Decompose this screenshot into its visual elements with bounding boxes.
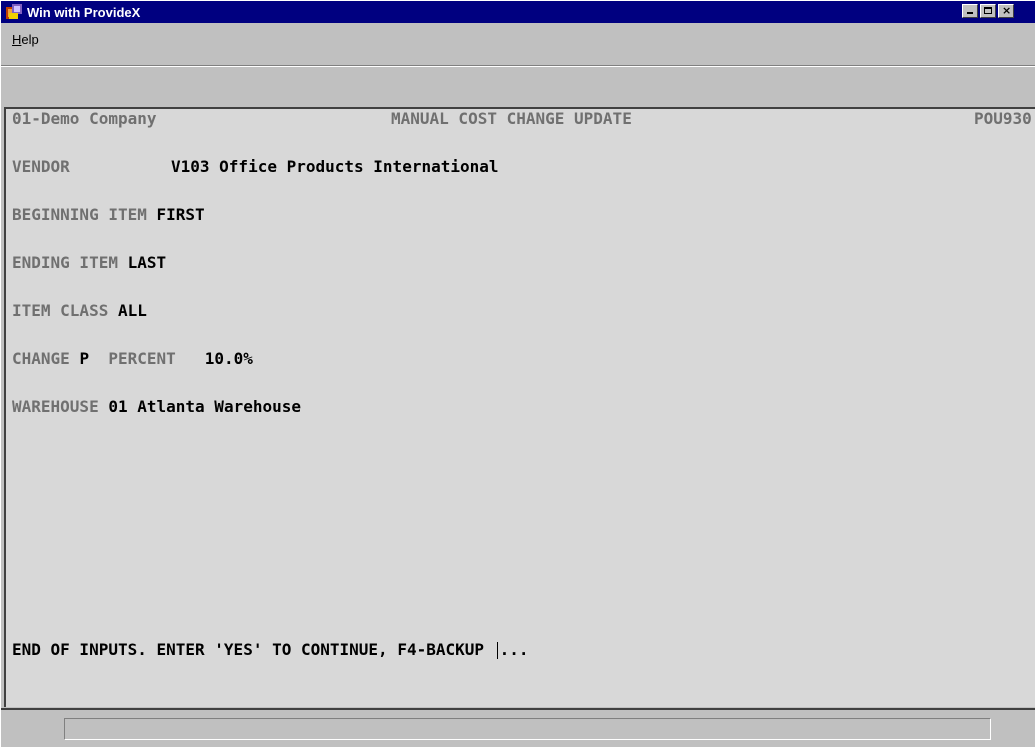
menu-item-help[interactable]: Help (12, 32, 39, 47)
vendor-row: VENDOR (12, 157, 70, 177)
menu-mnemonic: H (12, 32, 22, 47)
continue-prompt: END OF INPUTS. ENTER 'YES' TO CONTINUE, … (12, 640, 485, 659)
item-class-value[interactable]: ALL (118, 301, 147, 320)
close-button[interactable]: × (998, 4, 1014, 18)
screen-heading: MANUAL COST CHANGE UPDATE (391, 109, 632, 128)
warehouse-label: WAREHOUSE (12, 397, 99, 416)
window-controls: × (962, 4, 1016, 18)
screen-heading-row: MANUAL COST CHANGE UPDATE (391, 109, 632, 129)
prompt-input[interactable]: ... (500, 640, 529, 659)
menu-item-help-rest: elp (21, 32, 39, 47)
minimize-icon (967, 12, 973, 14)
close-icon: × (1002, 4, 1012, 17)
item-class-row: ITEM CLASS ALL (12, 301, 147, 321)
application-window: Win with ProvideX × Help 01-Demo Company… (0, 0, 1035, 747)
change-value[interactable]: P (79, 349, 89, 368)
warehouse-row: WAREHOUSE 01 Atlanta Warehouse (12, 397, 301, 417)
status-bar (1, 708, 1035, 747)
ending-item-row: ENDING ITEM LAST (12, 253, 166, 273)
company-name: 01-Demo Company (12, 109, 157, 128)
warehouse-value[interactable]: 01 Atlanta Warehouse (108, 397, 301, 416)
menu-bar: Help (1, 23, 1035, 66)
vendor-label: VENDOR (12, 157, 70, 176)
change-amount[interactable]: 10.0% (205, 349, 253, 368)
change-row: CHANGE P PERCENT 10.0% (12, 349, 253, 369)
ending-item-label: ENDING ITEM (12, 253, 118, 272)
change-type-label: PERCENT (108, 349, 176, 368)
providex-app-icon[interactable] (6, 4, 22, 20)
program-id-row: POU930 (974, 109, 1032, 129)
title-bar[interactable]: Win with ProvideX × (1, 1, 1035, 23)
terminal-screen[interactable]: 01-Demo Company MANUAL COST CHANGE UPDAT… (4, 107, 1035, 707)
maximize-icon (984, 7, 992, 14)
window-title: Win with ProvideX (27, 4, 141, 20)
program-id: POU930 (974, 109, 1032, 128)
minimize-button[interactable] (962, 4, 978, 18)
ending-item-value[interactable]: LAST (128, 253, 167, 272)
change-label: CHANGE (12, 349, 70, 368)
prompt-row: END OF INPUTS. ENTER 'YES' TO CONTINUE, … (12, 640, 529, 660)
item-class-label: ITEM CLASS (12, 301, 109, 320)
beginning-item-value[interactable]: FIRST (157, 205, 205, 224)
beginning-item-row: BEGINNING ITEM FIRST (12, 205, 205, 225)
vendor-value-row: V103 Office Products International (171, 157, 499, 177)
maximize-button[interactable] (980, 4, 996, 18)
vendor-value[interactable]: V103 Office Products International (171, 157, 499, 176)
text-cursor (496, 642, 498, 659)
beginning-item-label: BEGINNING ITEM (12, 205, 147, 224)
header-row: 01-Demo Company (12, 109, 157, 129)
status-field (64, 718, 991, 740)
